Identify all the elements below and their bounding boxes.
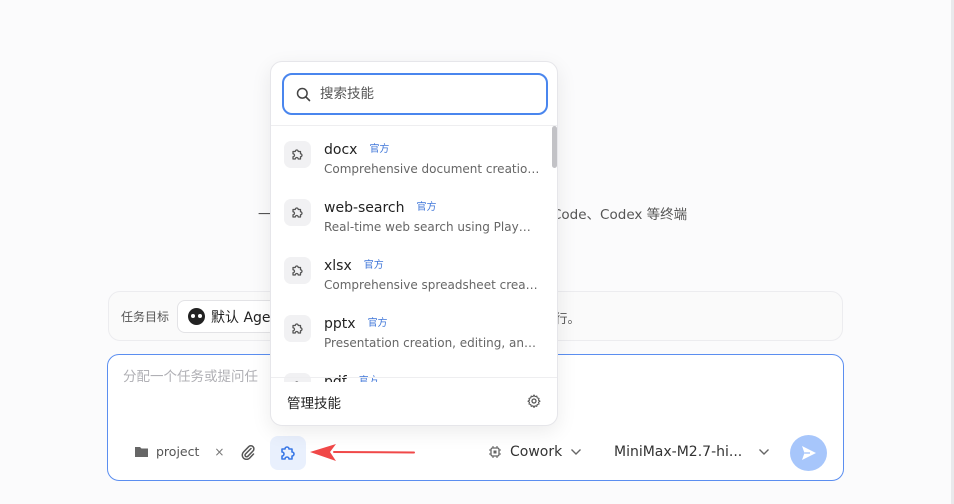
skill-item-docx[interactable]: docx 官方 Comprehensive document creation, …	[271, 126, 551, 184]
popup-footer: 管理技能	[271, 377, 557, 425]
skill-description: Presentation creation, editing, and anal…	[324, 336, 540, 350]
mode-selector[interactable]: Cowork	[488, 444, 582, 460]
skill-name-text: xlsx	[324, 258, 352, 274]
manage-skills-button[interactable]: 管理技能	[287, 392, 341, 412]
task-goal-label: 任务目标	[121, 310, 170, 324]
model-selector[interactable]: MiniMax-M2.7-hi...	[614, 444, 770, 460]
skill-search-box[interactable]	[282, 73, 548, 115]
skill-name-text: pptx	[324, 316, 356, 332]
agent-avatar-icon	[188, 308, 205, 325]
send-button[interactable]	[790, 435, 827, 471]
project-remove-button[interactable]: ×	[214, 445, 224, 459]
skill-description: Comprehensive document creation, editing	[324, 162, 540, 176]
official-badge: 官方	[367, 318, 388, 329]
model-label: MiniMax-M2.7-hi...	[614, 444, 743, 460]
skills-button[interactable]	[270, 436, 306, 470]
skill-puzzle-icon	[284, 257, 311, 284]
skills-popup: docx 官方 Comprehensive document creation, …	[270, 61, 558, 426]
attach-button[interactable]	[240, 444, 256, 464]
task-input[interactable]	[123, 369, 273, 385]
skill-list: docx 官方 Comprehensive document creation, …	[271, 126, 557, 382]
skill-name-text: docx	[324, 142, 358, 158]
chevron-down-icon	[759, 449, 770, 455]
mode-label: Cowork	[510, 444, 563, 460]
skill-search-input[interactable]	[320, 86, 530, 102]
task-goal-text: 行。	[555, 311, 581, 326]
skill-description: Real-time web search using Playwright	[324, 220, 540, 234]
gear-icon	[527, 394, 541, 408]
hero-subtitle-right: Code、Codex 等终端	[552, 207, 688, 223]
skill-item-xlsx[interactable]: xlsx 官方 Comprehensive spreadsheet creatio…	[271, 242, 551, 300]
skills-settings-button[interactable]	[527, 393, 541, 412]
folder-icon	[135, 447, 148, 457]
skill-item-pptx[interactable]: pptx 官方 Presentation creation, editing, a…	[271, 300, 551, 358]
skill-puzzle-icon	[284, 141, 311, 168]
cpu-icon	[489, 446, 501, 458]
skill-item-web-search[interactable]: web-search 官方 Real-time web search using …	[271, 184, 551, 242]
annotation-arrow-icon	[310, 444, 415, 461]
skill-description: Comprehensive spreadsheet creation, edit…	[324, 278, 540, 292]
chevron-down-icon	[571, 449, 582, 455]
skill-puzzle-icon	[284, 315, 311, 342]
project-label: project	[156, 444, 200, 459]
project-chip[interactable]: project ×	[134, 444, 224, 459]
puzzle-icon	[281, 446, 295, 460]
skill-list-scrollbar[interactable]	[552, 126, 557, 168]
agent-name: 默认 Age	[211, 309, 271, 326]
search-icon	[296, 87, 311, 101]
send-icon	[801, 446, 816, 460]
skill-puzzle-icon	[284, 199, 311, 226]
official-badge: 官方	[363, 260, 384, 271]
paperclip-icon	[241, 445, 255, 461]
skill-name: web-search 官方	[324, 198, 437, 216]
skill-name: docx 官方	[324, 140, 389, 158]
skill-name-text: web-search	[324, 200, 405, 216]
official-badge: 官方	[416, 202, 437, 213]
skill-name: xlsx 官方	[324, 256, 384, 274]
official-badge: 官方	[369, 144, 390, 155]
skill-name: pptx 官方	[324, 314, 388, 332]
